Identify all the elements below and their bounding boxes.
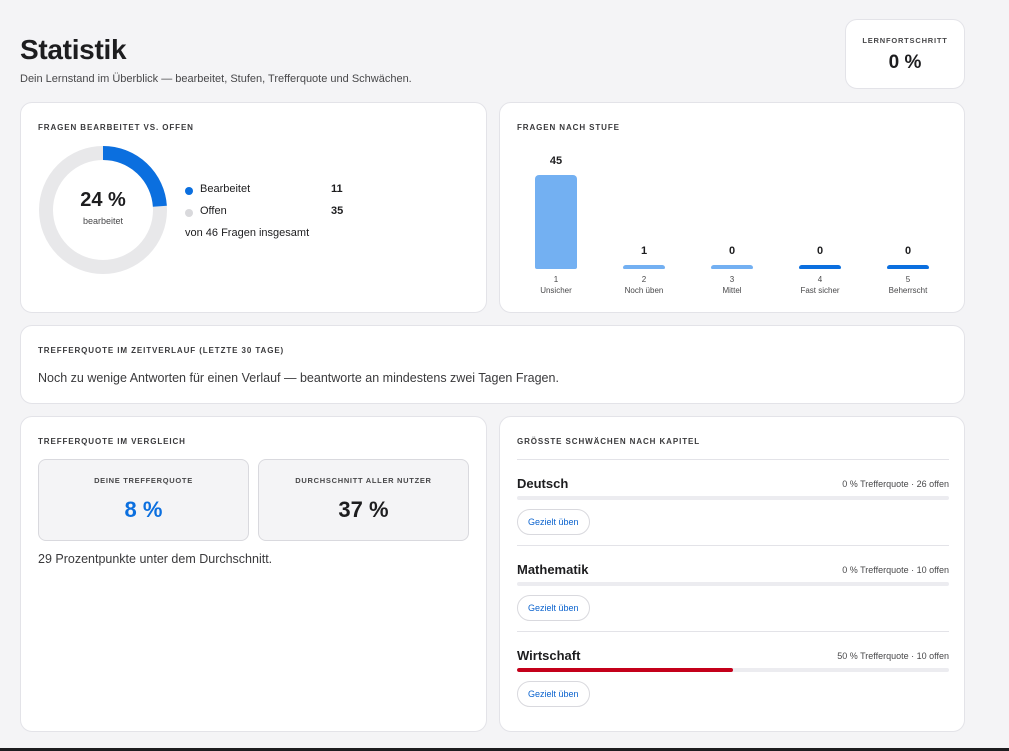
donut-percent-caption: bearbeitet: [82, 216, 124, 226]
chapter-name: Wirtschaft: [517, 648, 581, 663]
legend-open: Offen 35: [185, 205, 385, 219]
hit-rate-bar: [517, 668, 949, 672]
level-name: Beherrscht: [888, 286, 928, 295]
level-bar: [535, 175, 577, 269]
level-count: 0: [904, 245, 912, 257]
level-name: Noch üben: [624, 286, 664, 295]
progress-label: LERNFORTSCHRITT: [862, 36, 948, 45]
card-title: GRÖSSTE SCHWÄCHEN NACH KAPITEL: [517, 437, 701, 446]
level-number: 1: [553, 275, 559, 284]
level-name: Fast sicher: [800, 286, 840, 295]
donut-percent: 24 %: [80, 189, 126, 211]
questions-by-level-card: FRAGEN NACH STUFE 45 1 Unsicher 1 2 Noch üben…: [499, 102, 965, 313]
card-title: TREFFERQUOTE IM ZEITVERLAUF (LETZTE 30 T…: [38, 346, 285, 355]
card-title: FRAGEN BEARBEITET VS. OFFEN: [38, 123, 194, 132]
weakness-item-mathematik: Mathematik 0 % Trefferquote · 10 offen G…: [517, 545, 949, 631]
level-count: 0: [728, 245, 736, 257]
hit-rate-timeline-card: TREFFERQUOTE IM ZEITVERLAUF (LETZTE 30 T…: [20, 325, 965, 404]
page-subtitle: Dein Lernstand im Überblick — bearbeitet…: [20, 73, 412, 85]
level-name: Unsicher: [540, 286, 572, 295]
chapter-stats: 0 % Trefferquote · 10 offen: [842, 565, 949, 575]
level-count: 45: [549, 155, 563, 167]
card-title: TREFFERQUOTE IM VERGLEICH: [38, 437, 186, 446]
average-hit-rate-value: 37 %: [338, 497, 389, 522]
legend-label: Bearbeitet: [200, 183, 251, 195]
timeline-empty-message: Noch zu wenige Antworten für einen Verla…: [38, 371, 559, 385]
legend-dot: [185, 187, 193, 195]
level-bar: [711, 265, 753, 269]
weakness-item-wirtschaft: Wirtschaft 50 % Trefferquote · 10 offen …: [517, 631, 949, 717]
chapter-name: Deutsch: [517, 476, 569, 491]
level-bar: [887, 265, 929, 269]
practice-button[interactable]: Gezielt üben: [517, 595, 590, 621]
level-number: 4: [817, 275, 823, 284]
answered-vs-open-card: FRAGEN BEARBEITET VS. OFFEN 24 % bearbei…: [20, 102, 487, 313]
weakness-item-deutsch: Deutsch 0 % Trefferquote · 26 offen Gezi…: [517, 459, 949, 545]
level-count: 1: [640, 245, 648, 257]
level-number: 5: [905, 275, 911, 284]
chapter-stats: 0 % Trefferquote · 26 offen: [842, 479, 949, 489]
weaknesses-by-chapter-card: GRÖSSTE SCHWÄCHEN NACH KAPITEL Deutsch 0…: [499, 416, 965, 732]
progress-value: 0 %: [888, 52, 922, 73]
comparison-note: 29 Prozentpunkte unter dem Durchschnitt.: [38, 552, 273, 566]
legend-value: 35: [331, 205, 344, 217]
practice-button[interactable]: Gezielt üben: [517, 681, 590, 707]
your-hit-rate-box: DEINE TREFFERQUOTE 8 %: [38, 459, 249, 541]
chapter-name: Mathematik: [517, 562, 589, 577]
hit-rate-fill: [517, 668, 733, 672]
chapter-stats: 50 % Trefferquote · 10 offen: [837, 651, 949, 661]
level-name: Mittel: [722, 286, 742, 295]
legend-answered: Bearbeitet 11: [185, 183, 385, 197]
level-count: 0: [816, 245, 824, 257]
level-number: 3: [729, 275, 735, 284]
level-bar: [799, 265, 841, 269]
level-bar: [623, 265, 665, 269]
your-hit-rate-value: 8 %: [124, 497, 163, 522]
average-hit-rate-box: DURCHSCHNITT ALLER NUTZER 37 %: [258, 459, 469, 541]
hit-rate-comparison-card: TREFFERQUOTE IM VERGLEICH DEINE TREFFERQ…: [20, 416, 487, 732]
hit-rate-bar: [517, 496, 949, 500]
your-hit-rate-label: DEINE TREFFERQUOTE: [94, 476, 193, 485]
total-questions-text: von 46 Fragen insgesamt: [185, 227, 310, 239]
legend-label: Offen: [200, 205, 227, 217]
legend-value: 11: [331, 183, 343, 195]
page-title: Statistik: [20, 34, 127, 65]
card-title: FRAGEN NACH STUFE: [517, 123, 620, 132]
practice-button[interactable]: Gezielt üben: [517, 509, 590, 535]
progress-card: LERNFORTSCHRITT 0 %: [845, 19, 965, 89]
legend-dot: [185, 209, 193, 217]
average-hit-rate-label: DURCHSCHNITT ALLER NUTZER: [295, 476, 432, 485]
level-number: 2: [641, 275, 647, 284]
hit-rate-bar: [517, 582, 949, 586]
